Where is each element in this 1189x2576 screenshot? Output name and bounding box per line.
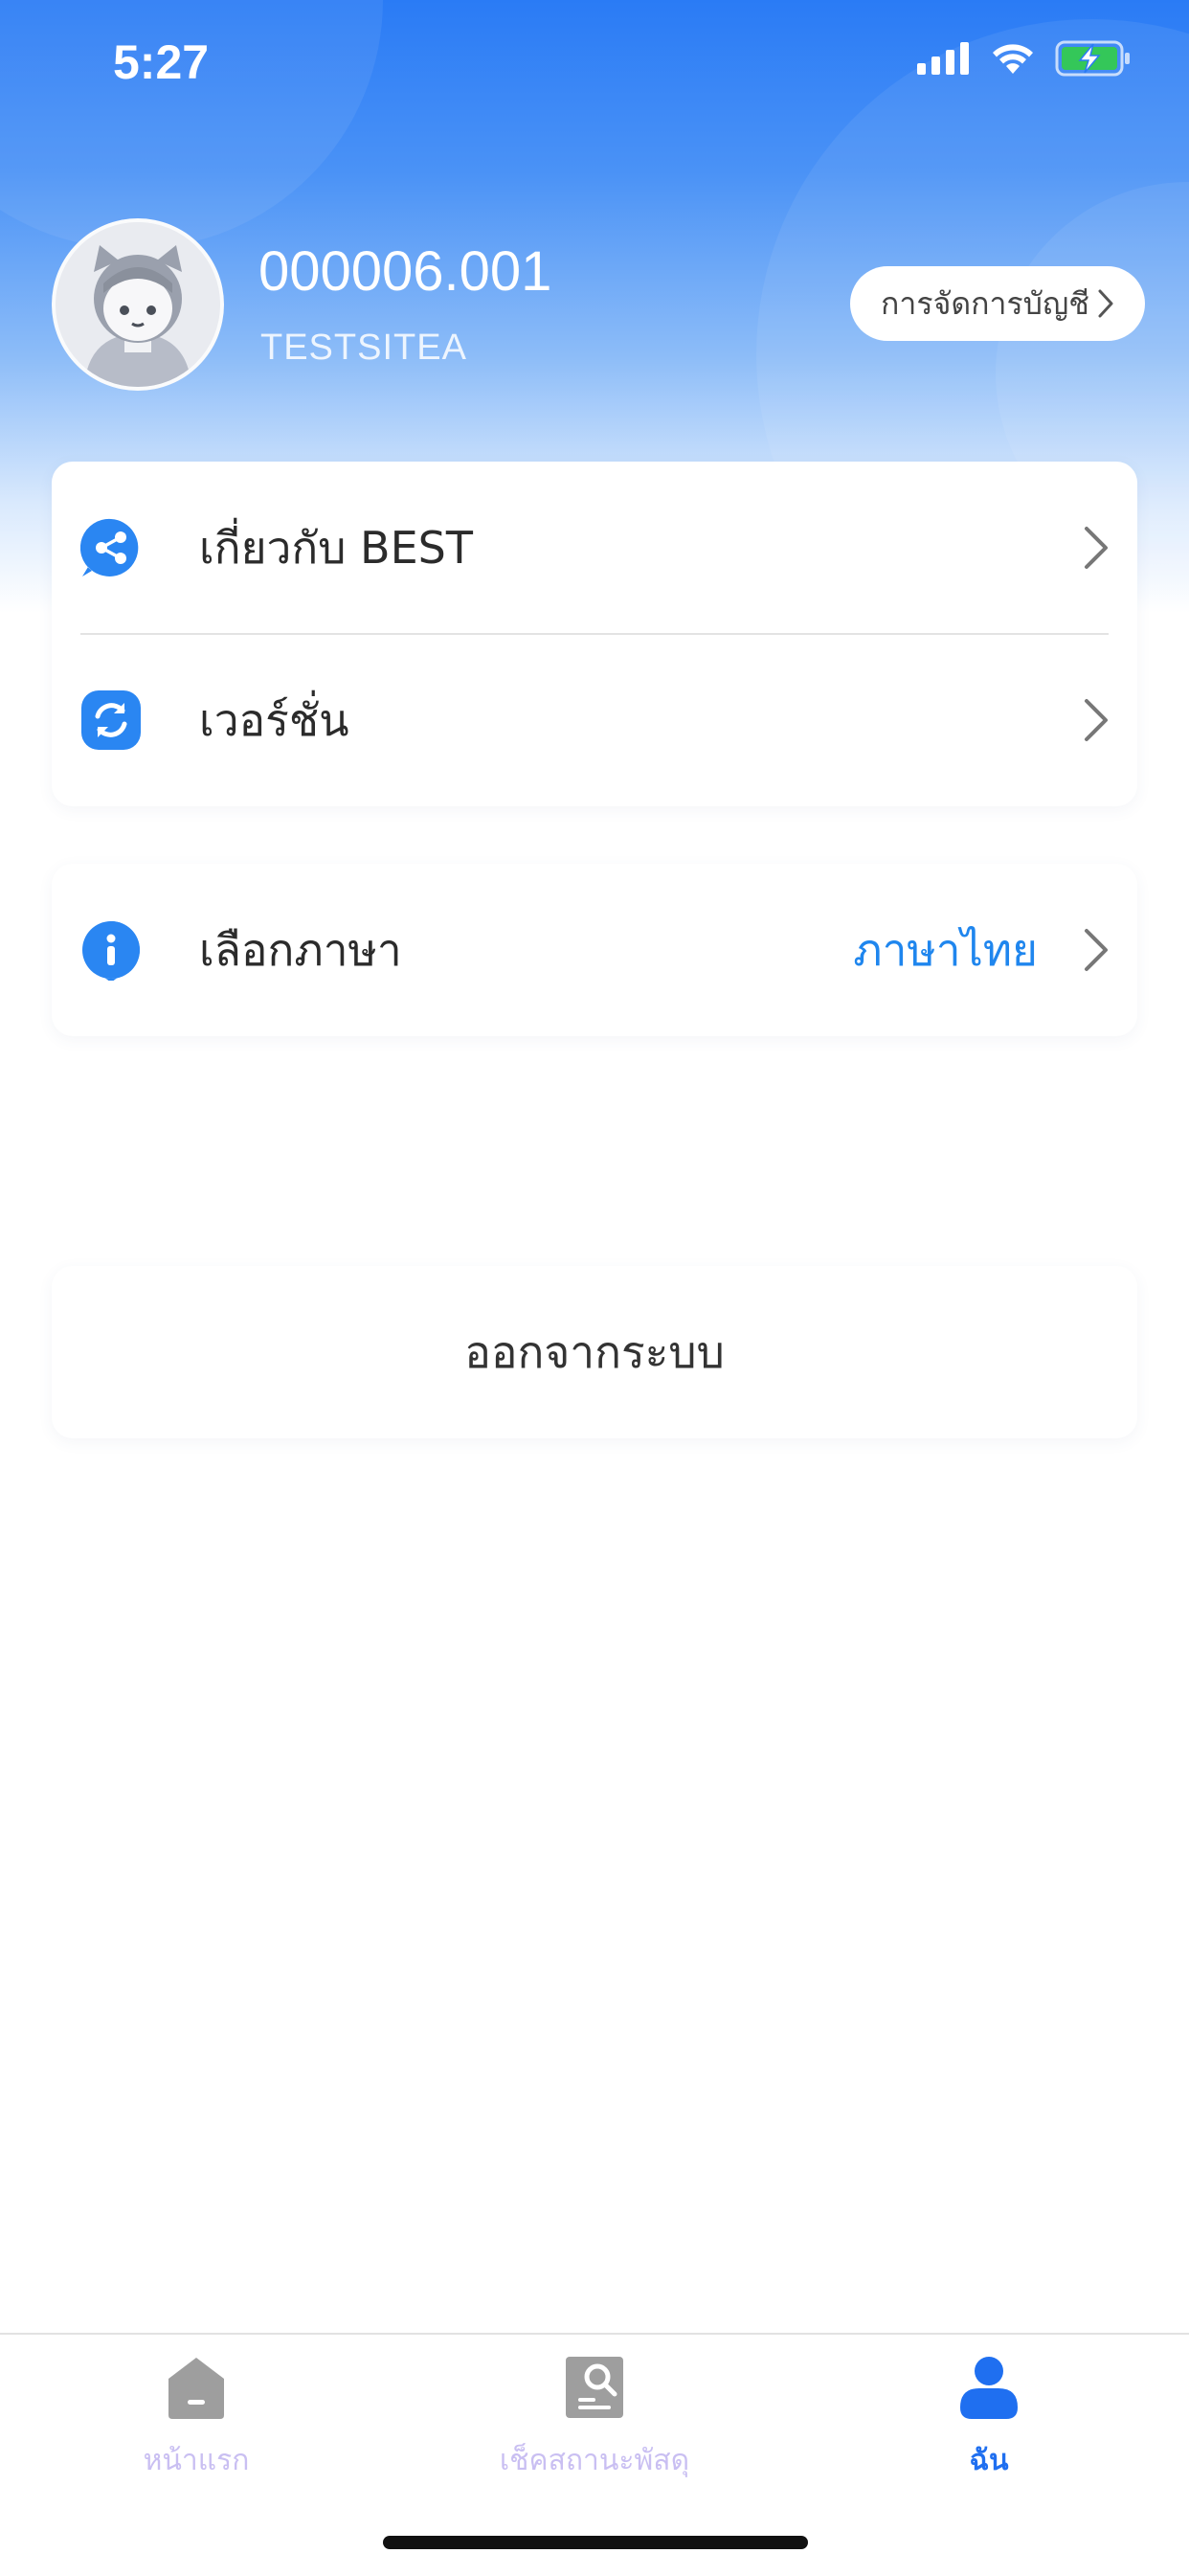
chevron-right-icon [1085,527,1108,569]
menu-item-language[interactable]: เลือกภาษา ภาษาไทย [52,864,1137,1036]
tab-home-label: หน้าแรก [143,2444,250,2477]
username: 000006.001 [258,240,552,303]
status-bar: 5:27 [0,0,1189,124]
status-time: 5:27 [113,35,210,89]
logout-label: ออกจากระบบ [464,1325,725,1378]
wifi-icon [993,44,1033,74]
tab-me[interactable]: ฉัน [845,2335,1133,2507]
logout-button[interactable]: ออกจากระบบ [52,1266,1137,1438]
parcel-search-icon [566,2357,623,2418]
battery-charging-icon [1055,40,1130,77]
tab-parcel-status[interactable]: เช็คสถานะพัสดุ [451,2335,738,2507]
site-name: TESTSITEA [260,328,467,368]
share-icon [80,518,139,576]
current-language-value: ภาษาไทย [853,923,1038,976]
menu-item-language-label: เลือกภาษา [199,923,402,976]
tab-me-label: ฉัน [969,2444,1009,2477]
refresh-icon [81,690,141,750]
person-icon [960,2357,1018,2419]
menu-item-about[interactable]: เกี่ยวกับ BEST [52,462,1137,634]
menu-item-about-label: เกี่ยวกับ BEST [199,521,473,574]
avatar-cat-boy-icon [56,222,220,387]
menu-item-version[interactable]: เวอร์ชั่น [52,634,1137,806]
chevron-right-icon [1098,289,1113,318]
info-menu-card: เกี่ยวกับ BEST เวอร์ชั่น [52,462,1137,806]
avatar[interactable] [52,218,224,391]
account-management-label: การจัดการบัญชี [881,284,1089,322]
tab-home[interactable]: หน้าแรก [53,2335,340,2507]
home-icon [168,2358,224,2419]
home-indicator [383,2536,808,2549]
account-management-button[interactable]: การจัดการบัญชี [850,266,1145,341]
chevron-right-icon [1085,699,1108,741]
signal-icon [917,42,969,75]
info-icon [82,921,140,981]
tab-parcel-status-label: เช็คสถานะพัสดุ [499,2444,690,2477]
language-card: เลือกภาษา ภาษาไทย [52,864,1137,1036]
chevron-right-icon [1085,929,1108,971]
menu-item-version-label: เวอร์ชั่น [199,693,349,746]
